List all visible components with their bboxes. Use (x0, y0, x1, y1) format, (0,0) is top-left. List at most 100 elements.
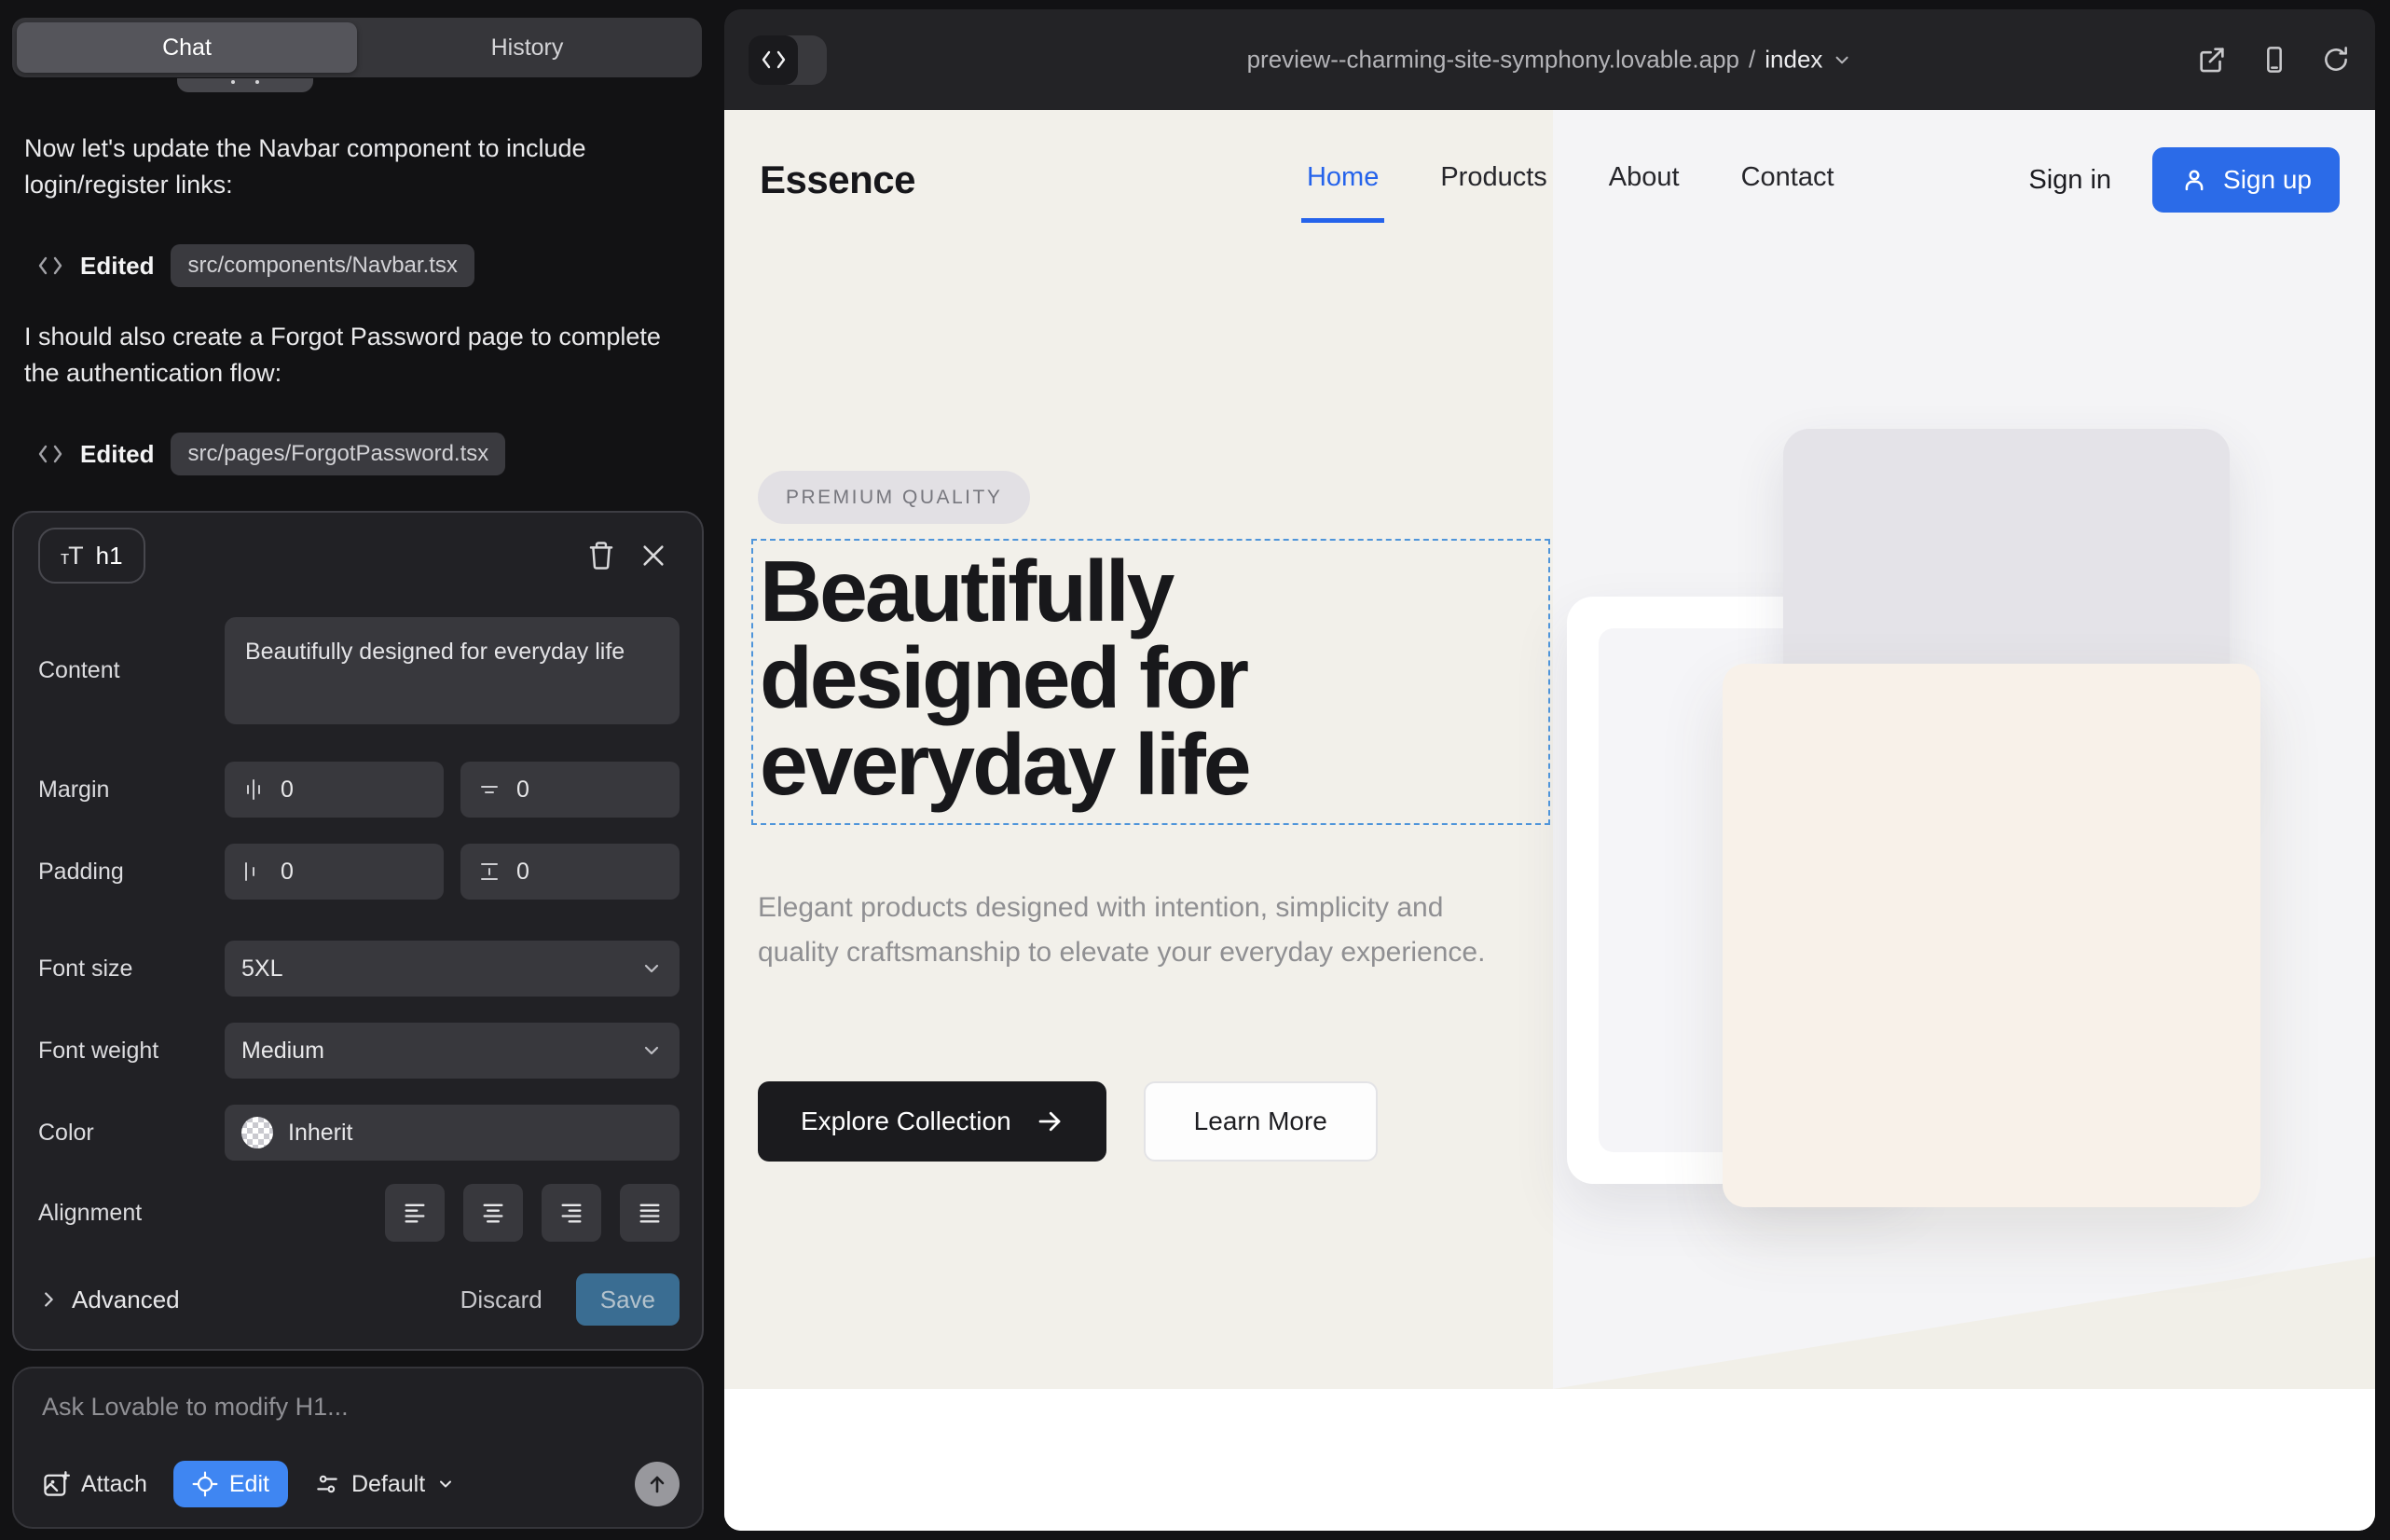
preview-window: preview--charming-site-symphony.lovable.… (724, 9, 2375, 1531)
mobile-view-button[interactable] (2260, 44, 2289, 76)
arrow-right-icon (1036, 1107, 1064, 1135)
close-icon (640, 543, 666, 569)
font-size-select[interactable]: 5XL (225, 941, 680, 997)
align-center-icon (479, 1200, 507, 1226)
assistant-message: Now let's update the Navbar component to… (24, 131, 677, 203)
edit-mode-button[interactable]: Edit (173, 1461, 288, 1507)
color-label: Color (38, 1120, 225, 1147)
padding-vertical-input[interactable]: 0 (460, 844, 680, 900)
margin-horizontal-input[interactable]: 0 (225, 762, 444, 818)
content-label: Content (38, 657, 225, 684)
font-weight-row: Font weight Medium (38, 1023, 680, 1079)
sliders-icon (314, 1471, 340, 1497)
file-chip[interactable]: src/components/Navbar.tsx (171, 244, 474, 287)
edited-file-row: Edited src/pages/ForgotPassword.tsx (37, 433, 505, 475)
premium-quality-badge: PREMIUM QUALITY (758, 471, 1030, 524)
align-right-icon (557, 1200, 585, 1226)
align-justify-button[interactable] (620, 1184, 680, 1242)
explore-collection-button[interactable]: Explore Collection (758, 1081, 1106, 1162)
alignment-row: Alignment (38, 1184, 680, 1242)
margin-horizontal-icon (241, 777, 266, 802)
element-tag: h1 (96, 542, 123, 571)
file-chip[interactable]: src/pages/ForgotPassword.tsx (171, 433, 505, 475)
site-navbar: Essence Home Products About Contact Sign… (724, 110, 2375, 250)
content-input[interactable]: Beautifully designed for everyday life (225, 617, 680, 724)
url-page: index (1765, 46, 1822, 75)
url-breadcrumb[interactable]: preview--charming-site-symphony.lovable.… (1247, 46, 1853, 75)
discard-button[interactable]: Discard (460, 1286, 543, 1314)
chevron-down-icon (640, 957, 663, 980)
align-center-button[interactable] (463, 1184, 523, 1242)
alignment-label: Alignment (38, 1200, 225, 1227)
edited-label: Edited (80, 440, 154, 469)
chat-panel: Chat History Now let's update the Navbar… (0, 0, 724, 1540)
code-preview-toggle[interactable] (749, 35, 827, 85)
nav-link-contact[interactable]: Contact (1741, 162, 1834, 199)
code-icon (760, 48, 788, 71)
site-preview: Essence Home Products About Contact Sign… (724, 110, 2375, 1531)
padding-horizontal-icon (241, 859, 266, 884)
margin-vertical-icon (477, 777, 501, 802)
font-weight-label: Font weight (38, 1038, 225, 1065)
url-separator: / (1749, 46, 1755, 75)
padding-label: Padding (38, 859, 225, 886)
attach-button[interactable]: Attach (42, 1470, 147, 1498)
nav-link-home[interactable]: Home (1307, 162, 1379, 199)
tab-history[interactable]: History (357, 22, 697, 73)
font-weight-select[interactable]: Medium (225, 1023, 680, 1079)
refresh-button[interactable] (2321, 45, 2351, 75)
margin-label: Margin (38, 777, 225, 804)
typography-icon: тT (61, 542, 83, 571)
editor-footer: Advanced Discard Save (38, 1273, 680, 1326)
color-select[interactable]: Inherit (225, 1105, 680, 1161)
nav-link-products[interactable]: Products (1440, 162, 1546, 199)
decor-wedge (1553, 1257, 2375, 1389)
font-size-label: Font size (38, 956, 225, 983)
align-justify-icon (636, 1200, 664, 1226)
editor-header: тT h1 (38, 528, 680, 584)
scrolled-file-chip[interactable] (177, 78, 313, 92)
signin-link[interactable]: Sign in (2028, 165, 2111, 196)
signup-button[interactable]: Sign up (2152, 147, 2340, 213)
align-left-icon (401, 1200, 429, 1226)
save-button[interactable]: Save (576, 1273, 680, 1326)
edited-file-row: Edited src/components/Navbar.tsx (37, 244, 474, 287)
nav-link-about[interactable]: About (1609, 162, 1680, 199)
auth-actions: Sign in Sign up (2028, 147, 2340, 213)
site-logo[interactable]: Essence (760, 158, 915, 202)
transparent-color-swatch (241, 1117, 273, 1148)
chat-input[interactable]: Ask Lovable to modify H1... (42, 1393, 678, 1422)
url-host: preview--charming-site-symphony.lovable.… (1247, 46, 1739, 75)
user-icon (2180, 166, 2208, 194)
chat-composer: Ask Lovable to modify H1... Attach Edit … (12, 1367, 704, 1529)
code-view-segment[interactable] (749, 35, 798, 85)
align-left-button[interactable] (385, 1184, 445, 1242)
advanced-toggle[interactable]: Advanced (38, 1286, 180, 1314)
tab-chat[interactable]: Chat (17, 22, 357, 73)
chevron-right-icon (38, 1289, 59, 1310)
nav-links: Home Products About Contact (1307, 162, 1834, 199)
open-external-button[interactable] (2196, 44, 2228, 76)
page-lower-section (724, 1389, 2375, 1531)
chevron-down-icon (1832, 49, 1852, 70)
send-button[interactable] (635, 1462, 680, 1506)
attach-image-icon (42, 1470, 70, 1498)
trash-icon (587, 541, 615, 571)
padding-horizontal-input[interactable]: 0 (225, 844, 444, 900)
learn-more-button[interactable]: Learn More (1144, 1081, 1378, 1162)
margin-vertical-input[interactable]: 0 (460, 762, 680, 818)
font-size-row: Font size 5XL (38, 941, 680, 997)
close-editor-button[interactable] (627, 529, 680, 582)
delete-element-button[interactable] (575, 529, 627, 582)
model-default-button[interactable]: Default (314, 1471, 455, 1498)
margin-row: Margin 0 0 (38, 762, 680, 818)
preview-actions (2196, 44, 2351, 76)
code-icon (37, 443, 63, 465)
hero-paragraph: Elegant products designed with intention… (758, 886, 1504, 975)
hero-section: Essence Home Products About Contact Sign… (724, 110, 2375, 1389)
element-selection-outline[interactable]: Beautifully designed for everyday life (751, 539, 1550, 825)
code-icon (37, 254, 63, 277)
hero-heading[interactable]: Beautifully designed for everyday life (760, 548, 1548, 808)
edited-label: Edited (80, 252, 154, 281)
align-right-button[interactable] (542, 1184, 601, 1242)
